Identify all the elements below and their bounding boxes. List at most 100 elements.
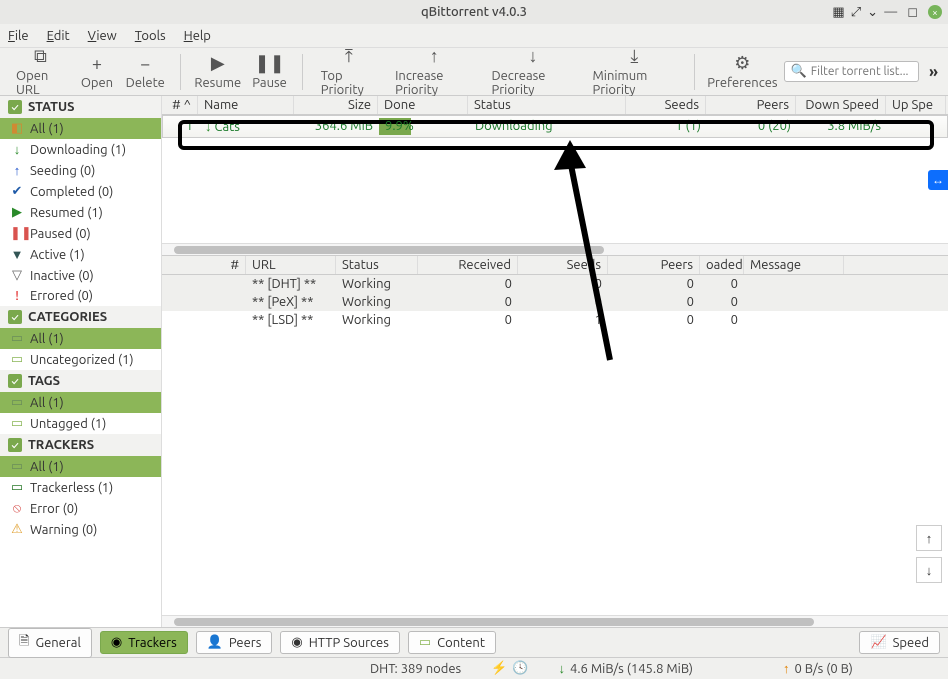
status-header[interactable]: ✓STATUS [0,96,161,118]
toolbar-separator-2 [302,54,303,90]
tags-all[interactable]: ▭All (1) [0,392,161,413]
status-paused[interactable]: ❚❚Paused (0) [0,223,161,244]
tracker-status: Working [336,275,418,293]
col-peers[interactable]: Peers [706,96,796,114]
overflow-icon[interactable]: » [929,63,938,81]
col-num[interactable]: # [172,98,181,112]
status-downloading[interactable]: ↓Downloading (1) [0,139,161,160]
status-up: ↑0 B/s (0 B) [783,661,853,676]
status-completed[interactable]: ✔Completed (0) [0,181,161,202]
minimize-button[interactable]: — [884,5,897,19]
tracker-row[interactable]: ** [LSD] **Working0100 [162,311,948,329]
col-name[interactable]: Name [198,96,294,114]
menu-edit[interactable]: Edit [47,29,70,43]
tab-http-sources[interactable]: ◉HTTP Sources [280,631,400,654]
status-all[interactable]: ◧All (1) [0,118,161,139]
tab-peers-label: Peers [229,636,261,650]
maximize-button[interactable]: ◻ [907,5,918,20]
http-icon: ◉ [291,635,302,650]
categories-uncategorized[interactable]: ▭Uncategorized (1) [0,349,161,370]
categories-header[interactable]: ✓CATEGORIES [0,306,161,328]
trackers-header[interactable]: ✓TRACKERS [0,434,161,456]
teamviewer-icon[interactable]: ↔ [928,170,948,190]
delete-button[interactable]: −Delete [123,52,168,92]
col-done[interactable]: Done [378,96,468,114]
resume-button[interactable]: ▶Resume [192,51,243,92]
open-url-button[interactable]: ⧉Open URL [10,44,71,99]
torrent-columns[interactable]: # ^ Name Size Done Status Seeds Peers Do… [162,96,948,115]
expand-icon[interactable]: ⤢ [851,5,861,20]
torrent-name-cell: ↓ Cats [199,116,295,137]
tracker-peers: 0 [608,311,700,329]
tcol-num[interactable]: # [162,256,246,274]
tags-untagged[interactable]: ▭Untagged (1) [0,413,161,434]
status-down: ↓4.6 MiB/s (145.8 MiB) [559,661,693,676]
tab-speed[interactable]: 📈Speed [859,631,940,654]
open-button[interactable]: +Open [77,52,117,92]
status-inactive[interactable]: ▽Inactive (0) [0,265,161,286]
menu-help[interactable]: Help [184,29,211,43]
tcol-received[interactable]: Received [418,256,518,274]
col-up-speed[interactable]: Up Spe [886,96,946,114]
tcol-message[interactable]: Message [744,256,844,274]
speed-up-button[interactable]: ↑ [916,525,942,551]
col-size[interactable]: Size [294,96,378,114]
open-label: Open [81,76,113,90]
torrent-scrollbar[interactable] [162,243,948,255]
categories-uncategorized-label: Uncategorized (1) [30,353,134,367]
menu-file[interactable]: File [8,29,29,43]
grid-icon: ▦ [832,5,844,20]
check-icon: ✓ [8,310,22,324]
tcol-status[interactable]: Status [336,256,418,274]
categories-all[interactable]: ▭All (1) [0,328,161,349]
tags-header[interactable]: ✓TAGS [0,370,161,392]
tcol-url[interactable]: URL [246,256,336,274]
tracker-columns[interactable]: # URL Status Received Seeds Peers oaded … [162,256,948,275]
col-down-speed[interactable]: Down Speed [796,96,886,114]
pause-button[interactable]: ❚❚Pause [249,51,290,92]
status-resumed[interactable]: ▶Resumed (1) [0,202,161,223]
status-seeding[interactable]: ↑Seeding (0) [0,160,161,181]
trackers-warning[interactable]: ⚠Warning (0) [0,519,161,540]
tab-content[interactable]: ▭Content [408,631,496,654]
close-button[interactable]: × [928,5,942,19]
speedometer-icon[interactable]: 🕓 [512,661,528,676]
plug-icon[interactable]: ⚡ [491,661,507,676]
tracker-loaded: 0 [700,293,744,311]
tab-content-label: Content [437,636,485,650]
top-priority-button[interactable]: ⤒Top Priority [315,44,383,99]
minimum-priority-button[interactable]: ⤓Minimum Priority [587,44,683,99]
increase-priority-button[interactable]: ↑Increase Priority [389,44,479,99]
decrease-priority-button[interactable]: ↓Decrease Priority [485,44,580,99]
tab-trackers[interactable]: ◉Trackers [100,631,188,654]
minimum-priority-label: Minimum Priority [593,69,677,97]
tcol-seeds[interactable]: Seeds [518,256,608,274]
torrent-row[interactable]: 1 ↓ Cats 364.6 MiB 9.9% Downloading 1 (1… [162,115,948,138]
status-all-label: All (1) [30,122,64,136]
tcol-peers[interactable]: Peers [608,256,700,274]
tcol-loaded[interactable]: oaded [700,256,744,274]
col-seeds[interactable]: Seeds [626,96,706,114]
tab-general[interactable]: 🗎General [8,628,92,658]
col-status[interactable]: Status [468,96,626,114]
trackers-all[interactable]: ▭All (1) [0,456,161,477]
speed-down-button[interactable]: ↓ [916,557,942,583]
trackers-trackerless[interactable]: ▭Trackerless (1) [0,477,161,498]
trackers-error[interactable]: ⦸Error (0) [0,498,161,519]
filter-box[interactable]: 🔍 [784,61,919,82]
tracker-scrollbar[interactable] [162,615,948,627]
top-priority-icon: ⤒ [345,46,353,67]
titlebar-extra: ▦ ⤢ ⌄ [832,5,878,20]
tracker-row[interactable]: ** [DHT] **Working0000 [162,275,948,293]
tags-untagged-label: Untagged (1) [30,417,106,431]
dropdown-icon[interactable]: ⌄ [867,5,878,20]
status-errored[interactable]: !Errored (0) [0,286,161,306]
menu-tools[interactable]: Tools [135,29,166,43]
menu-view[interactable]: View [88,29,117,43]
status-active[interactable]: ▼Active (1) [0,244,161,265]
preferences-button[interactable]: ⚙Preferences [707,51,777,92]
tracker-row[interactable]: ** [PeX] **Working0000 [162,293,948,311]
filter-input[interactable] [811,65,912,78]
tracker-icon: ▭ [10,459,24,474]
tab-peers[interactable]: 👤Peers [196,631,273,654]
